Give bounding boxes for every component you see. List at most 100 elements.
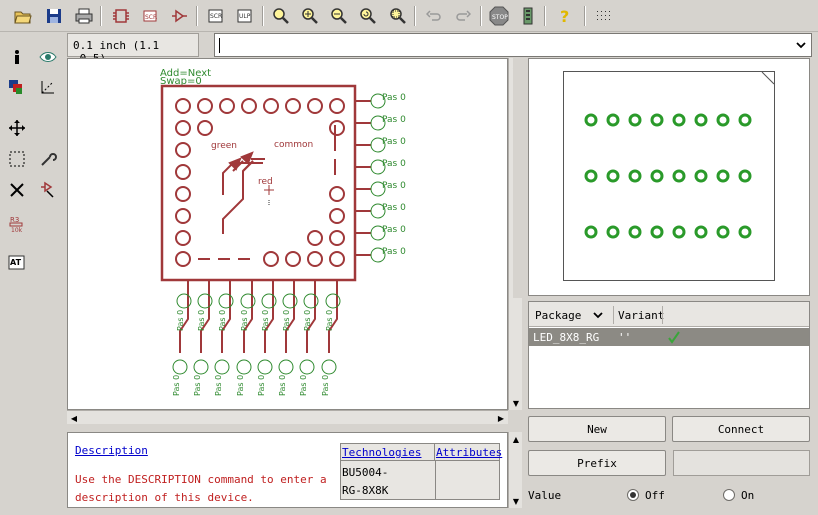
variant-column-header[interactable]: Variant [618,309,664,322]
zoom-in-icon[interactable] [299,5,321,27]
table-row[interactable]: LED_8X8_RG '' [529,328,809,346]
bottom-pin-label: Pas 0 [218,310,227,331]
zoom-redraw-icon[interactable] [357,5,379,27]
package-pad [606,225,620,239]
zoom-fit-icon[interactable] [270,5,292,27]
package-pad [716,225,730,239]
delete-icon[interactable] [5,178,29,202]
device-symbol: Add=Next Swap=0 green common red Pas 0Pa… [160,68,406,396]
pin-label: Pas 0 [382,203,406,213]
table-header: Package Variant [529,302,809,327]
svg-text:SCR: SCR [210,13,222,20]
grid-icon[interactable] [594,5,616,27]
package-pad [650,169,664,183]
svg-text:SCR: SCR [145,14,157,21]
main-toolbar: SCR SCR ULP STOP ? [0,0,818,32]
zoom-out-icon[interactable] [328,5,350,27]
command-history-dropdown[interactable] [791,34,811,56]
symbol-pad [329,230,345,246]
undo-icon[interactable] [423,5,445,27]
run-script-icon[interactable]: SCR [205,5,227,27]
bottom-pin-label: Pas 0 [261,310,270,331]
tab-attributes[interactable]: Attributes [435,444,502,461]
package-pad [738,225,752,239]
pin-connection [278,359,294,375]
symbol-pad [175,120,191,136]
prefix-field[interactable] [673,450,810,476]
scroll-down-icon[interactable]: ▼ [509,396,523,410]
show-icon[interactable] [36,45,60,69]
label-common: common [274,140,313,150]
package-pad [738,113,752,127]
package-pad [628,225,642,239]
zoom-select-icon[interactable] [387,5,409,27]
package-pad [672,169,686,183]
svg-text:STOP: STOP [492,14,508,21]
board-icon[interactable] [110,5,132,27]
package-variant-table[interactable]: Package Variant LED_8X8_RG '' [528,301,810,409]
package-pad [606,169,620,183]
tab-technologies[interactable]: Technologies [341,444,435,461]
scroll-right-icon[interactable]: ▶ [494,411,508,425]
package-cell: LED_8X8_RG [533,331,600,344]
canvas-horizontal-scrollbar[interactable]: ◀ ▶ [67,410,508,424]
symbol-pad [219,98,235,114]
name-icon[interactable]: R3 10k [5,211,29,235]
open-icon[interactable] [12,5,34,27]
description-text-line1: Use the DESCRIPTION command to enter a [75,473,327,486]
scroll-down-icon[interactable]: ▼ [509,494,523,508]
pin-label: Pas 0 [382,93,406,103]
package-pad [584,169,598,183]
value-on-radio[interactable] [723,489,735,501]
bottom-pin-label: Pas 0 [236,375,245,396]
pin-connection [214,359,230,375]
description-link[interactable]: Description [75,444,148,457]
attribute-icon[interactable]: AT [5,251,29,275]
help-icon[interactable]: ? [554,5,576,27]
description-panel: Description Use the DESCRIPTION command … [67,432,508,508]
package-column-header[interactable]: Package [535,309,581,322]
technology-line2: RG-8X8K [342,484,389,497]
pin-label: Pas 0 [382,225,406,235]
bottom-pin-label: Pas 0 [257,375,266,396]
pin-connection [236,359,252,375]
add-icon[interactable] [36,178,60,202]
mark-icon[interactable] [36,75,60,99]
bottom-pin-label: Pas 0 [282,310,291,331]
symbol-pad [197,98,213,114]
check-icon [668,331,680,344]
technologies-attributes-box: Technologies Attributes BU5004- RG-8X8K [340,443,502,500]
layer-display-icon[interactable] [5,75,29,99]
save-icon[interactable] [43,5,65,27]
group-icon[interactable] [5,147,29,171]
value-off-radio[interactable] [627,489,639,501]
value-off-label: Off [645,489,665,502]
scroll-left-icon[interactable]: ◀ [67,411,81,425]
symbol-pad [263,98,279,114]
change-icon[interactable] [36,147,60,171]
move-icon[interactable] [5,116,29,140]
new-button[interactable]: New [528,416,666,442]
pin-label: Pas 0 [382,115,406,125]
connect-button[interactable]: Connect [672,416,810,442]
bottom-pin-label: Pas 0 [278,375,287,396]
print-icon[interactable] [73,5,95,27]
chevron-down-icon [593,312,603,319]
description-scrollbar[interactable]: ▲ ▼ [508,432,522,508]
bottom-pin-label: Pas 0 [197,310,206,331]
redo-icon[interactable] [452,5,474,27]
symbol-icon[interactable] [168,5,190,27]
symbol-pad [307,230,323,246]
package-pad [738,169,752,183]
scroll-up-icon[interactable]: ▲ [509,432,523,446]
info-icon[interactable] [5,45,29,69]
panel-splitter[interactable] [513,58,525,298]
prefix-button[interactable]: Prefix [528,450,666,476]
symbol-editor-canvas[interactable]: Add=Next Swap=0 green common red Pas 0 P… [67,58,508,410]
go-icon[interactable] [517,5,539,27]
command-line-input[interactable] [214,33,812,57]
symbol-pad [197,120,213,136]
stop-icon[interactable]: STOP [488,5,510,27]
script-icon[interactable]: SCR [140,5,162,27]
run-ulp-icon[interactable]: ULP [234,5,256,27]
